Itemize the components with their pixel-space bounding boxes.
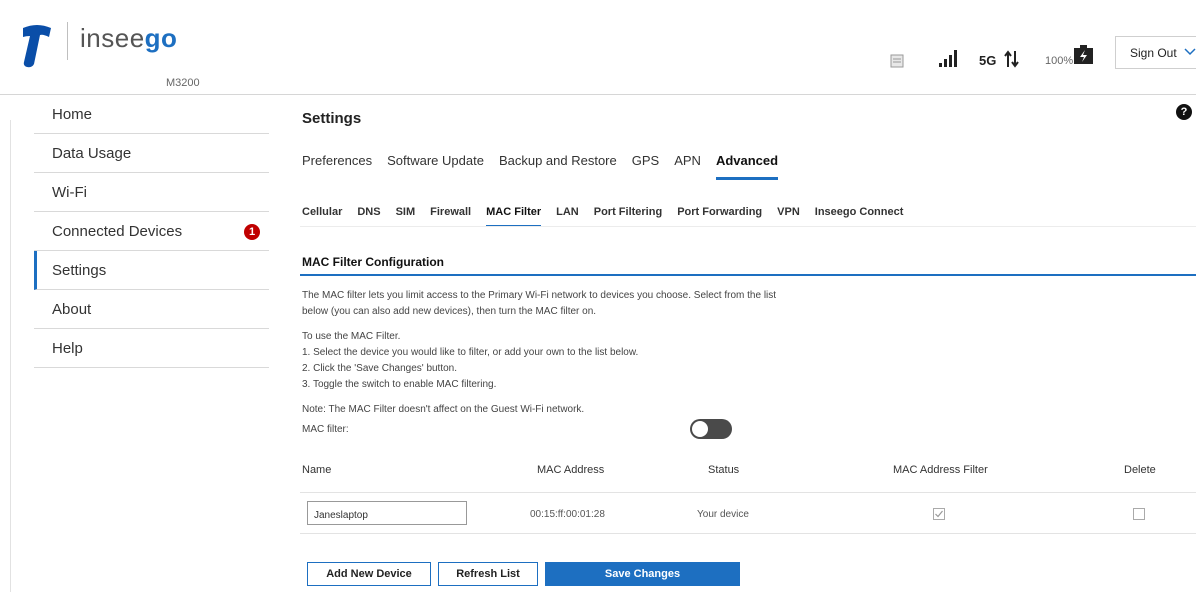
subtab-port-forwarding[interactable]: Port Forwarding — [677, 206, 762, 227]
section-divider — [300, 274, 1196, 276]
subtab-mac-filter[interactable]: MAC Filter — [486, 206, 542, 227]
save-changes-button[interactable]: Save Changes — [545, 562, 740, 586]
settings-tabs: Preferences Software Update Backup and R… — [302, 153, 793, 180]
sidebar-item-about[interactable]: About — [34, 290, 269, 329]
sidebar-item-home[interactable]: Home — [34, 95, 269, 134]
refresh-list-button[interactable]: Refresh List — [438, 562, 538, 586]
subtab-inseego-connect[interactable]: Inseego Connect — [815, 206, 904, 227]
column-header-mac: MAC Address — [537, 464, 605, 476]
table-header-divider — [300, 492, 1196, 493]
signal-icon — [939, 50, 957, 67]
subtab-lan[interactable]: LAN — [556, 206, 579, 227]
telstra-logo-icon — [23, 25, 51, 68]
sidebar-item-help[interactable]: Help — [34, 329, 269, 368]
device-name-input[interactable] — [307, 501, 467, 525]
mac-address-cell: 00:15:ff:00:01:28 — [530, 509, 605, 520]
tab-preferences[interactable]: Preferences — [302, 153, 372, 180]
section-title: MAC Filter Configuration — [302, 255, 444, 269]
checkmark-icon — [935, 510, 943, 518]
table-row-divider — [300, 533, 1196, 534]
mac-filter-checkbox[interactable] — [933, 508, 945, 520]
data-arrows-icon — [1004, 50, 1019, 68]
column-header-delete: Delete — [1124, 464, 1156, 476]
column-header-name: Name — [302, 464, 332, 476]
logo-divider — [67, 22, 68, 60]
subtab-sim[interactable]: SIM — [396, 206, 416, 227]
left-border — [10, 120, 11, 592]
tab-backup-restore[interactable]: Backup and Restore — [499, 153, 617, 180]
sidebar-item-data-usage[interactable]: Data Usage — [34, 134, 269, 173]
add-new-device-button[interactable]: Add New Device — [307, 562, 431, 586]
notification-badge: 1 — [244, 224, 260, 240]
tab-gps[interactable]: GPS — [632, 153, 659, 180]
subtab-port-filtering[interactable]: Port Filtering — [594, 206, 662, 227]
subtab-firewall[interactable]: Firewall — [430, 206, 471, 227]
subtab-vpn[interactable]: VPN — [777, 206, 800, 227]
mac-filter-toggle[interactable] — [690, 419, 732, 439]
brand-logo: inseego — [80, 23, 178, 53]
battery-percent: 100% — [1045, 55, 1074, 67]
instructions: To use the MAC Filter. 1. Select the dev… — [302, 331, 639, 390]
subtabs-divider — [300, 226, 1196, 227]
column-header-status: Status — [708, 464, 740, 476]
sign-out-button[interactable]: Sign Out — [1115, 36, 1196, 69]
sidebar-item-settings[interactable]: Settings — [34, 251, 269, 290]
advanced-subtabs: Cellular DNS SIM Firewall MAC Filter LAN… — [302, 206, 918, 227]
sidebar: Home Data Usage Wi-Fi Connected Devices … — [34, 95, 269, 368]
header: inseego M3200 5G 100% Sign Out — [0, 0, 1196, 95]
message-icon[interactable] — [890, 54, 904, 68]
battery-icon — [1074, 45, 1093, 64]
toggle-knob — [692, 421, 708, 437]
chevron-down-icon — [1184, 48, 1196, 56]
tab-software-update[interactable]: Software Update — [387, 153, 484, 180]
note-text: Note: The MAC Filter doesn't affect on t… — [302, 404, 585, 415]
page-title: Settings — [302, 110, 362, 127]
delete-checkbox[interactable] — [1133, 508, 1145, 520]
sidebar-item-connected-devices[interactable]: Connected Devices 1 — [34, 212, 269, 251]
status-cell: Your device — [697, 509, 749, 520]
subtab-dns[interactable]: DNS — [357, 206, 380, 227]
description-text: The MAC filter lets you limit access to … — [302, 290, 777, 317]
tab-advanced[interactable]: Advanced — [715, 153, 779, 180]
mac-filter-label: MAC filter: — [302, 424, 349, 435]
column-header-mac-filter: MAC Address Filter — [893, 464, 988, 476]
device-model: M3200 — [166, 77, 200, 89]
subtab-cellular[interactable]: Cellular — [302, 206, 342, 227]
help-icon[interactable]: ? — [1176, 104, 1192, 120]
tab-apn[interactable]: APN — [674, 153, 701, 180]
network-type: 5G — [979, 53, 997, 68]
sidebar-item-wifi[interactable]: Wi-Fi — [34, 173, 269, 212]
